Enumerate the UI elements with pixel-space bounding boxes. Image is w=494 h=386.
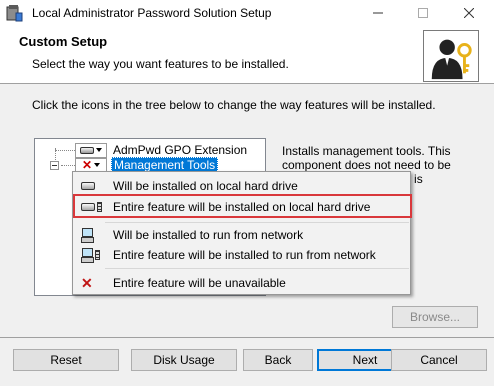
cancel-button[interactable]: Cancel [391,349,487,371]
tree-connector [55,150,75,151]
minimize-button[interactable] [356,0,400,26]
browse-button: Browse... [392,306,478,328]
tree-node-label: AdmPwd GPO Extension [113,143,248,157]
page-title: Custom Setup [19,34,108,49]
menu-separator [105,268,409,269]
reset-label: Reset [50,353,82,367]
network-icon [81,227,105,243]
network-entire-icon [81,247,105,263]
menu-item-label: Entire feature will be unavailable [113,276,286,290]
menu-separator [105,222,409,223]
hard-drive-icon [80,146,94,154]
cancel-label: Cancel [420,353,458,367]
menu-item-unavailable[interactable]: ✕ Entire feature will be unavailable [75,273,408,293]
dropdown-arrow-icon [96,148,102,152]
tree-connector [61,165,75,166]
next-label: Next [352,353,378,367]
instruction-text: Click the icons in the tree below to cha… [32,98,436,112]
disk-usage-button[interactable]: Disk Usage [131,349,237,371]
menu-item-label: Entire feature will be installed to run … [113,248,376,262]
page-subtitle: Select the way you want features to be i… [32,57,289,71]
title-bar: Local Administrator Password Solution Se… [0,0,494,26]
footer-separator [0,337,494,338]
description-line: Installs management tools. This [282,144,451,158]
menu-item-label: Will be installed to run from network [113,228,304,242]
highlight-box [73,194,412,218]
maximize-icon [418,8,428,18]
dropdown-arrow-icon [94,163,101,167]
maximize-button[interactable] [401,0,445,26]
unavailable-x-icon: ✕ [81,158,93,172]
installer-app-icon [6,5,23,22]
browse-label: Browse... [409,310,460,324]
minimize-icon [373,12,383,14]
back-label: Back [264,353,292,367]
unavailable-x-icon: ✕ [81,274,93,291]
hard-drive-icon [81,178,105,194]
menu-item-entire-run-from-network[interactable]: Entire feature will be installed to run … [75,245,408,265]
window-title: Local Administrator Password Solution Se… [32,6,272,20]
install-option-menu: Will be installed on local hard drive En… [72,171,412,295]
menu-item-label: Will be installed on local hard drive [113,179,298,193]
menu-item-local-drive[interactable]: Will be installed on local hard drive [75,176,408,196]
back-button[interactable]: Back [243,349,313,371]
feature-state-button[interactable] [75,142,107,158]
close-icon [464,8,474,18]
description-line: component does not need to be [282,158,451,172]
reset-button[interactable]: Reset [13,349,119,371]
disk-usage-label: Disk Usage [153,353,215,367]
collapse-expander[interactable] [50,161,59,170]
admin-key-icon [423,30,479,82]
tree-node-admpwd-gpo-extension[interactable]: AdmPwd GPO Extension [75,142,249,158]
menu-item-run-from-network[interactable]: Will be installed to run from network [75,225,408,245]
close-button[interactable] [447,0,491,26]
header-banner: Custom Setup Select the way you want fea… [0,26,494,84]
